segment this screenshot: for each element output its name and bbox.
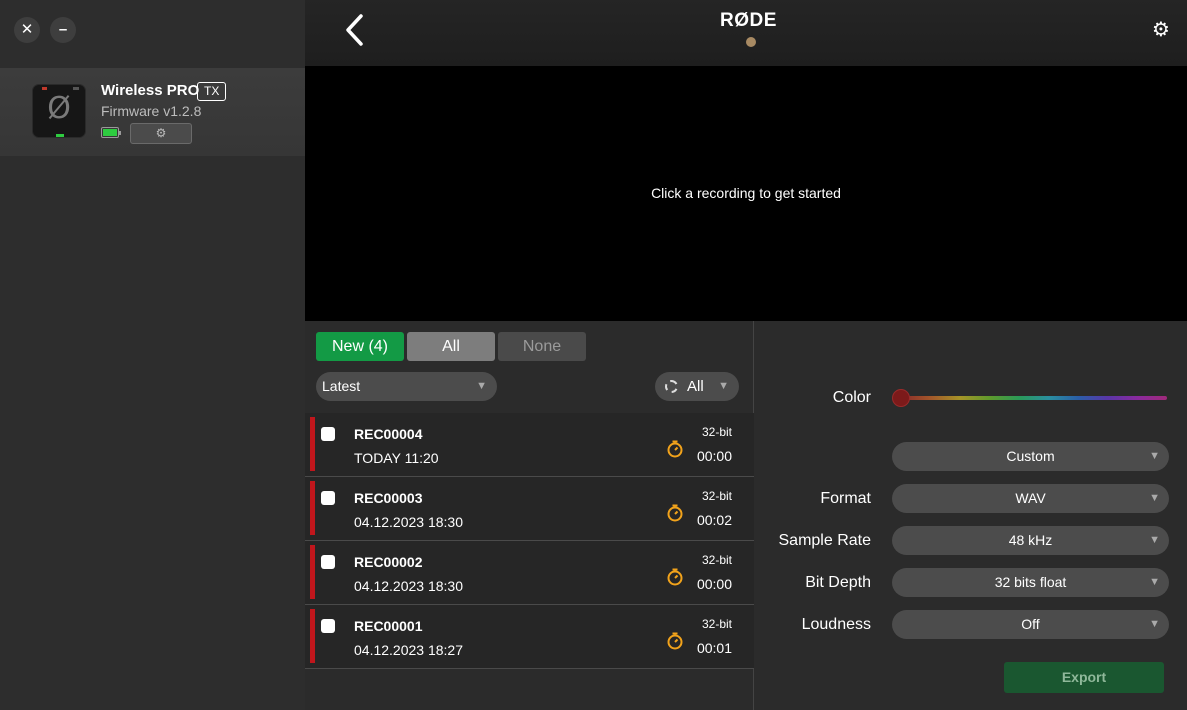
chevron-left-icon [346, 14, 363, 46]
recording-duration: 00:00 [696, 448, 732, 464]
recording-row[interactable]: REC00003 04.12.2023 18:30 32-bit 00:02 [305, 477, 754, 541]
recording-color-bar [310, 417, 315, 471]
recording-name: REC00002 [354, 554, 423, 570]
sample-rate-label: Sample Rate [778, 532, 872, 549]
recording-color-bar [310, 609, 315, 663]
device-name: Wireless PRO [101, 82, 200, 99]
recording-checkbox[interactable] [321, 619, 335, 633]
app-settings-button[interactable]: ⚙ [1150, 19, 1172, 41]
sample-rate-value: 48 kHz [1008, 532, 1053, 548]
preview-message: Click a recording to get started [651, 185, 841, 201]
recordings-panel: New (4) All None Latest ▼ All ▼ REC00004… [305, 321, 754, 710]
chevron-down-icon: ▼ [1149, 576, 1160, 588]
color-slider-knob[interactable] [892, 389, 910, 407]
recording-name: REC00003 [354, 490, 423, 506]
preset-select[interactable]: Custom ▼ [892, 442, 1169, 471]
export-settings-panel: Color Custom ▼ Format WAV ▼ Sample Rate … [755, 321, 1187, 710]
recording-bit-depth: 32-bit [701, 553, 732, 567]
app-window: ✕ – Ø Wireless PRO TX Firmware v1.2.8 ⚙ … [0, 0, 1187, 710]
preset-value: Custom [1006, 448, 1055, 464]
sidebar: ✕ – Ø Wireless PRO TX Firmware v1.2.8 ⚙ [0, 0, 305, 710]
back-button[interactable] [341, 12, 371, 48]
stopwatch-icon [667, 632, 683, 650]
color-filter-value: All [687, 378, 704, 395]
color-label: Color [832, 389, 871, 406]
color-filter-dropdown[interactable]: All ▼ [655, 372, 739, 401]
recording-color-bar [310, 545, 315, 599]
firmware-version: Firmware v1.2.8 [101, 103, 202, 119]
recording-row[interactable]: REC00002 04.12.2023 18:30 32-bit 00:00 [305, 541, 754, 605]
recording-date: TODAY 11:20 [354, 450, 439, 466]
export-button[interactable]: Export [1004, 662, 1164, 693]
select-none-button[interactable]: None [498, 332, 586, 361]
sort-value: Latest [322, 378, 361, 394]
recording-date: 04.12.2023 18:30 [354, 514, 463, 530]
recording-bit-depth: 32-bit [701, 489, 732, 503]
bit-depth-value: 32 bits float [994, 574, 1067, 590]
recording-bit-depth: 32-bit [701, 617, 732, 631]
device-image: Ø [32, 84, 86, 138]
recording-duration: 00:02 [696, 512, 732, 528]
minimize-window-button[interactable]: – [50, 17, 76, 43]
recording-row[interactable]: REC00001 04.12.2023 18:27 32-bit 00:01 [305, 605, 754, 669]
recording-date: 04.12.2023 18:30 [354, 578, 463, 594]
recording-duration: 00:01 [696, 640, 732, 656]
chevron-down-icon: ▼ [1149, 534, 1160, 546]
filter-new-button[interactable]: New (4) [316, 332, 404, 361]
rode-logo: RØDE [720, 10, 777, 31]
color-slider-track[interactable] [901, 396, 1167, 400]
stopwatch-icon [667, 568, 683, 586]
format-value: WAV [1015, 490, 1046, 506]
recording-checkbox[interactable] [321, 427, 335, 441]
sort-dropdown[interactable]: Latest ▼ [316, 372, 497, 401]
bit-depth-label: Bit Depth [805, 574, 871, 591]
sample-rate-select[interactable]: 48 kHz ▼ [892, 526, 1169, 555]
stopwatch-icon [667, 504, 683, 522]
device-settings-button[interactable]: ⚙ [130, 123, 192, 144]
chevron-down-icon: ▼ [718, 380, 729, 392]
recording-checkbox[interactable] [321, 555, 335, 569]
loudness-select[interactable]: Off ▼ [892, 610, 1169, 639]
chevron-down-icon: ▼ [1149, 492, 1160, 504]
close-window-button[interactable]: ✕ [14, 17, 40, 43]
loudness-label: Loudness [801, 616, 871, 633]
device-type-badge: TX [197, 82, 227, 101]
gear-icon: ⚙ [1152, 19, 1170, 41]
recording-duration: 00:00 [696, 576, 732, 592]
chevron-down-icon: ▼ [1149, 450, 1160, 462]
top-bar: RØDE ⚙ [305, 0, 1187, 66]
color-ring-icon [665, 380, 678, 393]
gear-icon: ⚙ [155, 126, 167, 140]
battery-icon [101, 127, 121, 138]
bit-depth-select[interactable]: 32 bits float ▼ [892, 568, 1169, 597]
recording-row[interactable]: REC00004 TODAY 11:20 32-bit 00:00 [305, 413, 754, 477]
loudness-value: Off [1021, 616, 1040, 632]
format-select[interactable]: WAV ▼ [892, 484, 1169, 513]
device-logo-icon: Ø [47, 91, 71, 126]
recording-checkbox[interactable] [321, 491, 335, 505]
stopwatch-icon [667, 440, 683, 458]
format-label: Format [820, 490, 871, 507]
recording-color-bar [310, 481, 315, 535]
recording-date: 04.12.2023 18:27 [354, 642, 463, 658]
recording-bit-depth: 32-bit [701, 425, 732, 439]
recording-name: REC00001 [354, 618, 423, 634]
brand-dot [746, 37, 756, 47]
recording-name: REC00004 [354, 426, 423, 442]
chevron-down-icon: ▼ [1149, 618, 1160, 630]
waveform-preview: Click a recording to get started [305, 66, 1187, 321]
select-all-button[interactable]: All [407, 332, 495, 361]
chevron-down-icon: ▼ [476, 380, 487, 392]
recording-list: REC00004 TODAY 11:20 32-bit 00:00 REC000… [305, 413, 754, 669]
